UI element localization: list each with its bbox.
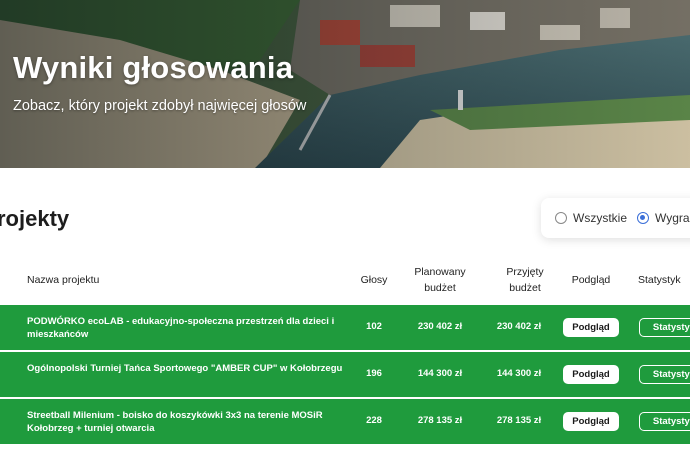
table-row: Streetball Milenium - boisko do koszyków… xyxy=(0,399,690,444)
stats-button[interactable]: Statystyk xyxy=(639,412,690,431)
vote-count: 102 xyxy=(366,321,382,332)
radio-checked-icon[interactable] xyxy=(637,212,649,224)
stats-button[interactable]: Statystyk xyxy=(639,365,690,384)
header-accepted-budget: Przyjęty budżet xyxy=(506,266,544,294)
filter-option-label: Wszystkie xyxy=(573,211,627,225)
header-planned-budget: Planowany budżet xyxy=(414,266,466,294)
planned-budget: 230 402 zł xyxy=(417,321,463,332)
planned-budget: 144 300 zł xyxy=(417,368,463,379)
project-name: Streetball Milenium - boisko do koszyków… xyxy=(27,410,323,434)
radio-unchecked-icon[interactable] xyxy=(555,212,567,224)
filter-option-winners[interactable]: Wygran xyxy=(637,211,690,225)
project-name: PODWÓRKO ecoLAB - edukacyjno-społeczna p… xyxy=(27,316,335,340)
filter-option-label: Wygran xyxy=(655,211,690,225)
project-name: Ogólnopolski Turniej Tańca Sportowego "A… xyxy=(27,363,343,374)
table-row: PODWÓRKO ecoLAB - edukacyjno-społeczna p… xyxy=(0,305,690,350)
result-filter: Wszystkie Wygran xyxy=(541,198,690,238)
page-title: Wyniki głosowania xyxy=(13,50,294,85)
accepted-budget: 144 300 zł xyxy=(496,368,542,379)
header-stats: Statystyk xyxy=(638,274,681,286)
accepted-budget: 278 135 zł xyxy=(496,415,542,426)
preview-button[interactable]: Podgląd xyxy=(563,412,619,431)
page-subtitle: Zobacz, który projekt zdobył najwięcej g… xyxy=(13,98,307,114)
accepted-budget: 230 402 zł xyxy=(496,321,542,332)
filter-option-all[interactable]: Wszystkie xyxy=(555,211,627,225)
vote-count: 228 xyxy=(366,415,382,426)
section-title: rojekty xyxy=(0,206,70,231)
preview-button[interactable]: Podgląd xyxy=(563,318,619,337)
hero-banner: Wyniki głosowania Zobacz, który projekt … xyxy=(0,0,690,168)
header-preview: Podgląd xyxy=(571,274,611,286)
table-row: Ogólnopolski Turniej Tańca Sportowego "A… xyxy=(0,352,690,397)
stats-button[interactable]: Statystyk xyxy=(639,318,690,337)
header-project-name: Nazwa projektu xyxy=(27,274,100,286)
header-votes: Głosy xyxy=(360,274,388,286)
planned-budget: 278 135 zł xyxy=(417,415,463,426)
vote-count: 196 xyxy=(366,368,382,379)
preview-button[interactable]: Podgląd xyxy=(563,365,619,384)
